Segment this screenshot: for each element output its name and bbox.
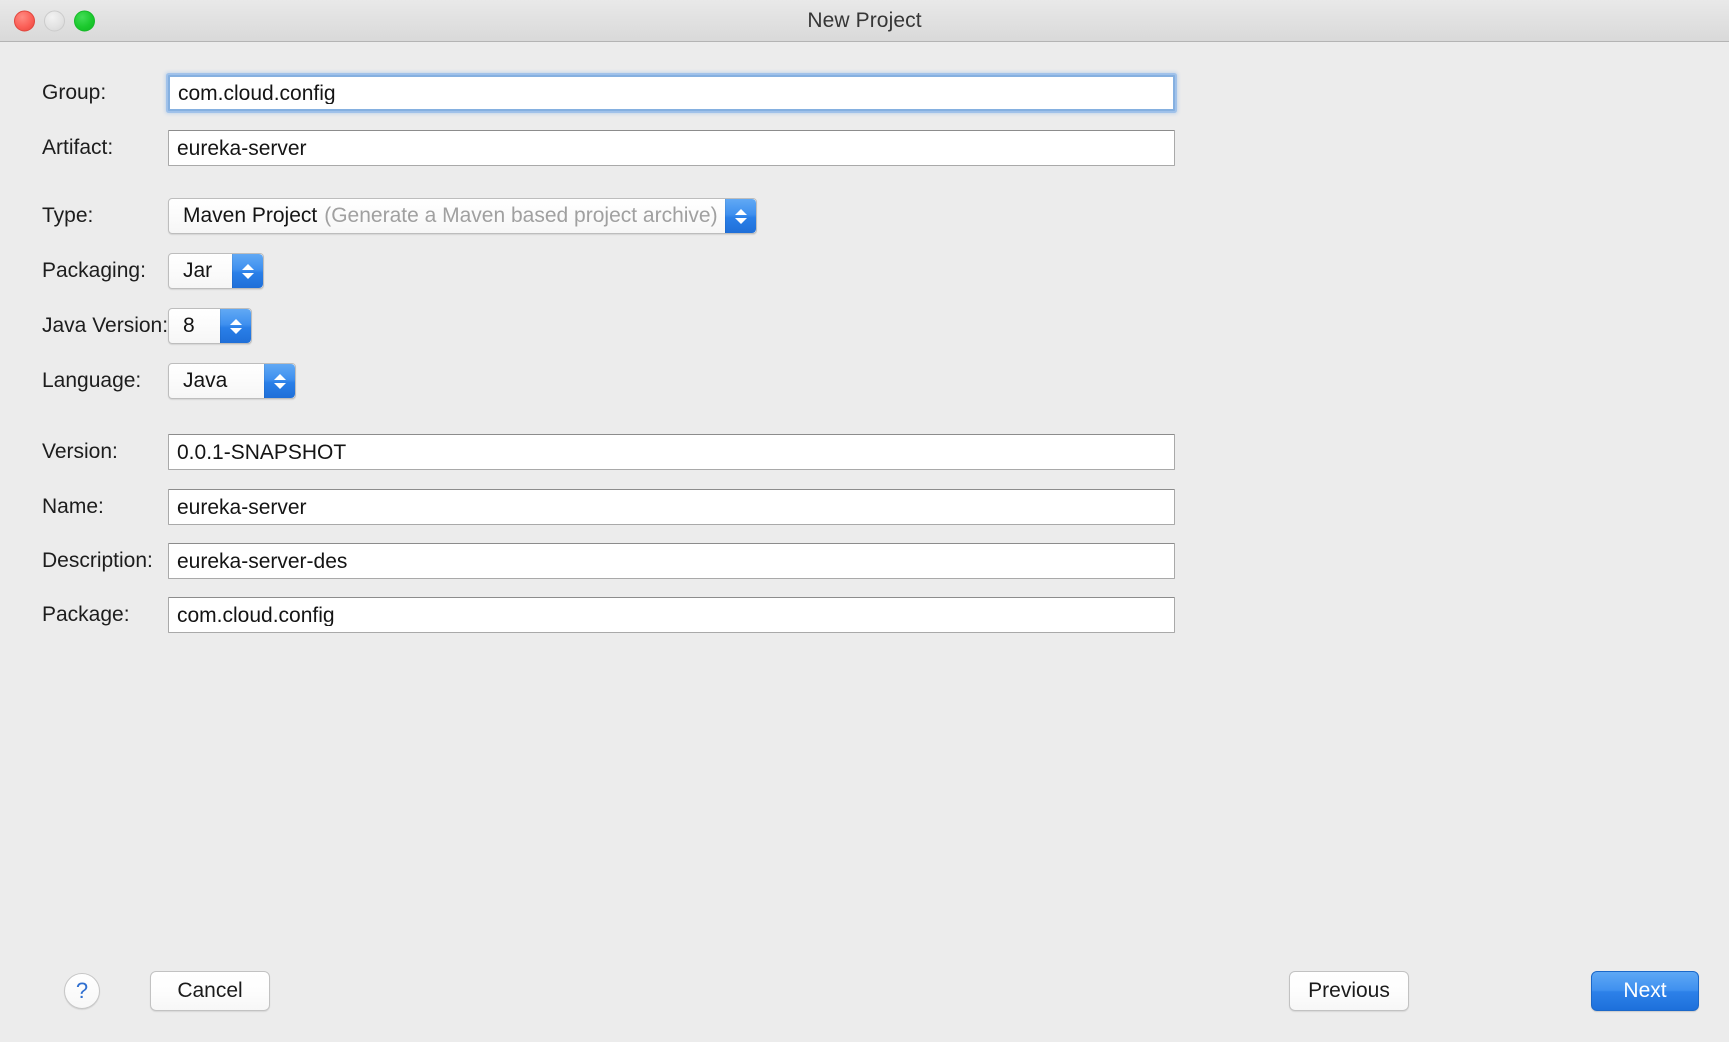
chevron-up-icon xyxy=(274,373,286,380)
label-type: Type: xyxy=(42,204,94,227)
window-title: New Project xyxy=(807,8,922,32)
package-input[interactable]: com.cloud.config xyxy=(168,597,1175,633)
packaging-select[interactable]: Jar xyxy=(168,253,264,289)
label-name: Name: xyxy=(42,495,104,518)
language-select-value: Java xyxy=(183,369,228,392)
new-project-dialog: New Project Group: com.cloud.config Arti… xyxy=(0,0,1729,1042)
chevron-up-icon xyxy=(734,208,747,215)
artifact-input[interactable]: eureka-server xyxy=(168,130,1175,166)
description-input[interactable]: eureka-server-des xyxy=(168,543,1175,579)
help-button[interactable]: ? xyxy=(64,973,100,1009)
cancel-button[interactable]: Cancel xyxy=(150,971,270,1011)
form-row-artifact: Artifact: eureka-server xyxy=(0,128,1729,168)
java-version-select-value: 8 xyxy=(183,314,195,337)
form-row-group: Group: com.cloud.config xyxy=(0,73,1729,113)
version-input[interactable]: 0.0.1-SNAPSHOT xyxy=(168,434,1175,470)
label-group: Group: xyxy=(42,81,107,104)
chevron-up-icon xyxy=(242,263,254,270)
chevron-down-icon xyxy=(242,272,254,279)
name-input-value: eureka-server xyxy=(177,496,307,518)
type-select-stepper[interactable] xyxy=(724,199,756,233)
java-version-select[interactable]: 8 xyxy=(168,308,252,344)
label-packaging: Packaging: xyxy=(42,259,146,282)
minimize-window-button[interactable] xyxy=(44,10,65,31)
group-input-value: com.cloud.config xyxy=(178,82,336,104)
artifact-input-value: eureka-server xyxy=(177,137,307,159)
close-window-button[interactable] xyxy=(14,10,35,31)
form-row-type: Type: Maven Project (Generate a Maven ba… xyxy=(0,196,1729,236)
label-artifact: Artifact: xyxy=(42,136,114,159)
form-row-version: Version: 0.0.1-SNAPSHOT xyxy=(0,432,1729,472)
form-row-name: Name: eureka-server xyxy=(0,487,1729,527)
chevron-up-icon xyxy=(230,318,242,325)
type-select[interactable]: Maven Project (Generate a Maven based pr… xyxy=(168,198,757,234)
next-button[interactable]: Next xyxy=(1591,971,1699,1011)
label-package: Package: xyxy=(42,603,130,626)
form-row-package: Package: com.cloud.config xyxy=(0,595,1729,635)
window-titlebar: New Project xyxy=(0,0,1729,42)
form-row-language: Language: Java xyxy=(0,361,1729,401)
chevron-down-icon xyxy=(230,327,242,334)
packaging-select-stepper[interactable] xyxy=(232,254,263,288)
name-input[interactable]: eureka-server xyxy=(168,489,1175,525)
zoom-window-button[interactable] xyxy=(74,10,95,31)
package-input-value: com.cloud.config xyxy=(177,604,335,626)
language-select[interactable]: Java xyxy=(168,363,296,399)
dialog-content: Group: com.cloud.config Artifact: eureka… xyxy=(0,42,1729,1042)
traffic-light-group xyxy=(14,10,95,31)
label-version: Version: xyxy=(42,440,118,463)
type-select-hint: (Generate a Maven based project archive) xyxy=(324,204,718,227)
type-select-value: Maven Project xyxy=(183,204,318,227)
form-row-description: Description: eureka-server-des xyxy=(0,541,1729,581)
dialog-footer: ? Cancel Previous Next xyxy=(0,922,1729,1042)
description-input-value: eureka-server-des xyxy=(177,550,348,572)
java-version-select-stepper[interactable] xyxy=(220,309,251,343)
form-row-packaging: Packaging: Jar xyxy=(0,251,1729,291)
version-input-value: 0.0.1-SNAPSHOT xyxy=(177,441,347,463)
chevron-down-icon xyxy=(734,217,747,224)
language-select-stepper[interactable] xyxy=(264,364,295,398)
label-java-version: Java Version: xyxy=(42,314,169,337)
previous-button[interactable]: Previous xyxy=(1289,971,1409,1011)
chevron-down-icon xyxy=(274,382,286,389)
group-input[interactable]: com.cloud.config xyxy=(168,75,1175,111)
packaging-select-value: Jar xyxy=(183,259,213,282)
form-row-java-version: Java Version: 8 xyxy=(0,306,1729,346)
label-language: Language: xyxy=(42,369,142,392)
label-description: Description: xyxy=(42,549,153,572)
